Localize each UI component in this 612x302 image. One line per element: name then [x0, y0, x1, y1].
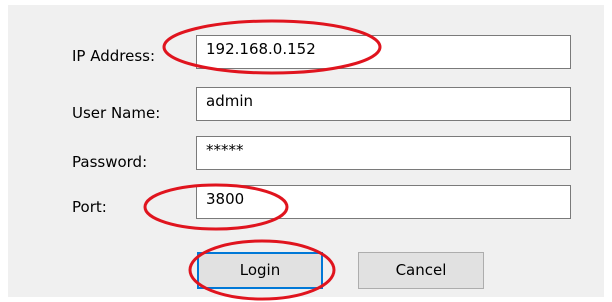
- user-name-label: User Name:: [72, 104, 161, 122]
- user-name-input[interactable]: admin: [196, 87, 571, 121]
- port-label: Port:: [72, 198, 107, 216]
- login-dialog: IP Address: 192.168.0.152 User Name: adm…: [8, 5, 604, 297]
- password-label: Password:: [72, 153, 148, 171]
- cancel-button[interactable]: Cancel: [358, 252, 484, 289]
- ip-address-input[interactable]: 192.168.0.152: [196, 35, 571, 69]
- port-input[interactable]: 3800: [196, 185, 571, 219]
- password-input[interactable]: *****: [196, 136, 571, 170]
- ip-address-label: IP Address:: [72, 47, 156, 65]
- login-button[interactable]: Login: [197, 252, 323, 289]
